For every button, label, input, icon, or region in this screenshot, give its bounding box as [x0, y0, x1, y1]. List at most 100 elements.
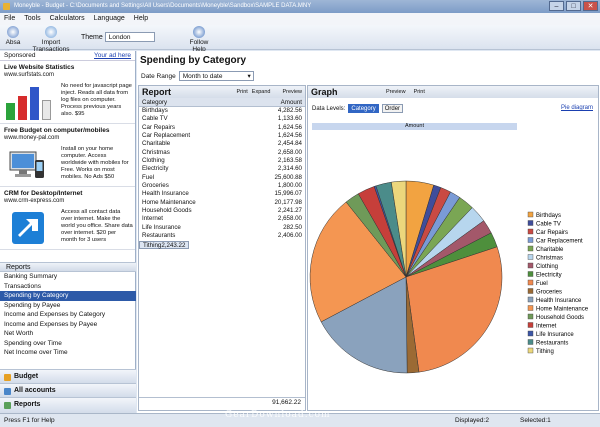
- legend-label: Restaurants: [536, 341, 568, 347]
- theme-dropdown[interactable]: London: [104, 32, 155, 42]
- graph-preview-button[interactable]: Preview: [386, 89, 406, 95]
- row-amount: 15,996.07: [274, 190, 302, 198]
- row-amount: 25,600.88: [274, 173, 302, 181]
- table-row[interactable]: Tithing 2,243.22: [139, 240, 189, 249]
- budget-nav-button[interactable]: Budget: [0, 369, 136, 383]
- your-ad-here-link[interactable]: Your ad here: [94, 51, 131, 60]
- date-range-dropdown[interactable]: Month to date ▾: [178, 71, 254, 81]
- minimize-button[interactable]: –: [549, 1, 564, 11]
- row-amount: 4,282.56: [277, 107, 302, 114]
- legend-swatch: [527, 262, 534, 269]
- nav-transactions[interactable]: Transactions: [0, 282, 136, 292]
- table-row[interactable]: Internet 2,658.00: [139, 215, 305, 223]
- reports-nav-header[interactable]: Reports: [0, 262, 136, 272]
- ad-crm-express[interactable]: CRM for Desktop/Internet www.crm-express…: [0, 187, 135, 250]
- ad-url: www.surfstats.com: [4, 72, 55, 78]
- menu-calculators[interactable]: Calculators: [50, 13, 85, 25]
- sponsored-header: Sponsored Your ad here: [0, 51, 135, 61]
- nav-income-expenses-by-category[interactable]: Income and Expenses by Category: [0, 310, 136, 320]
- table-row[interactable]: Fuel 25,600.88: [139, 174, 305, 182]
- table-row[interactable]: Clothing 2,163.58: [139, 157, 305, 165]
- graph-print-button[interactable]: Print: [414, 89, 425, 95]
- legend-label: Household Goods: [536, 315, 584, 321]
- theme-label: Theme: [81, 33, 103, 41]
- reports-nav-button[interactable]: Reports: [0, 397, 136, 413]
- level-order-button[interactable]: Order: [381, 104, 404, 113]
- absa-button[interactable]: Absa: [4, 26, 22, 46]
- all-accounts-nav-button[interactable]: All accounts: [0, 383, 136, 397]
- import-transactions-button[interactable]: Import Transactions: [26, 26, 76, 53]
- table-row[interactable]: Cable TV 1,133.60: [139, 115, 305, 123]
- table-row[interactable]: Groceries 1,800.00: [139, 182, 305, 190]
- ad-surfstats[interactable]: Live Website Statistics www.surfstats.co…: [0, 61, 135, 124]
- legend-label: Home Maintenance: [536, 307, 589, 313]
- absa-label: Absa: [5, 39, 21, 46]
- row-category: Home Maintenance: [142, 198, 196, 206]
- table-row[interactable]: Car Replacement 1,624.56: [139, 132, 305, 140]
- close-button[interactable]: ✕: [583, 1, 598, 11]
- follow-help-button[interactable]: Follow Help: [183, 26, 215, 53]
- row-category: Car Replacement: [142, 132, 191, 140]
- table-row[interactable]: Life Insurance 282.50: [139, 224, 305, 232]
- row-amount: 2,314.60: [277, 165, 302, 173]
- legend-swatch: [527, 237, 534, 243]
- ad-money-pal[interactable]: Free Budget on computer/mobiles www.mone…: [0, 124, 135, 187]
- menu-help[interactable]: Help: [134, 13, 148, 25]
- row-amount: 1,624.56: [277, 123, 302, 131]
- report-panel: Report Print Expand Preview Category Amo…: [138, 85, 306, 411]
- amount-header: Amount: [312, 123, 517, 130]
- pie-diagram-link[interactable]: Pie diagram: [561, 105, 593, 111]
- row-amount: 2,163.58: [277, 157, 302, 165]
- nav-spending-over-time[interactable]: Spending over Time: [0, 339, 136, 349]
- table-row[interactable]: Health Insurance 15,996.07: [139, 190, 305, 198]
- col-category[interactable]: Category: [142, 98, 167, 106]
- table-row[interactable]: Home Maintenance 20,177.98: [139, 199, 305, 207]
- report-preview-button[interactable]: Preview: [282, 89, 302, 95]
- menu-language[interactable]: Language: [94, 13, 125, 25]
- status-selected: Selected:1: [520, 417, 551, 424]
- row-amount: 1,800.00: [277, 182, 302, 190]
- budget-icon: [4, 374, 11, 381]
- ad-title: CRM for Desktop/Internet: [4, 190, 83, 197]
- graph-title: Graph: [311, 87, 338, 97]
- reports-icon: [4, 402, 11, 409]
- app-icon: [3, 3, 10, 10]
- table-row[interactable]: Household Goods 2,241.27: [139, 207, 305, 215]
- maximize-button[interactable]: □: [566, 1, 581, 11]
- row-amount: 1,624.56: [277, 132, 302, 140]
- nav-spending-by-payee[interactable]: Spending by Payee: [0, 301, 136, 311]
- nav-income-expenses-by-payee[interactable]: Income and Expenses by Payee: [0, 320, 136, 330]
- table-row[interactable]: Charitable 2,454.84: [139, 140, 305, 148]
- theme-selector: Theme London: [81, 32, 155, 42]
- data-levels: Data Levels: Category Order: [312, 104, 404, 113]
- legend-swatch: [527, 330, 534, 337]
- ad-title: Free Budget on computer/mobiles: [4, 127, 110, 134]
- level-category-button[interactable]: Category: [348, 104, 379, 113]
- row-amount: 2,658.00: [277, 215, 302, 223]
- table-row[interactable]: Birthdays 4,282.56: [139, 107, 305, 115]
- table-row[interactable]: Car Repairs 1,624.56: [139, 124, 305, 132]
- legend-swatch: [527, 211, 534, 218]
- legend-label: Tithing: [536, 349, 554, 355]
- menu-file[interactable]: File: [4, 13, 15, 25]
- report-print-button[interactable]: Print: [236, 89, 247, 95]
- theme-value: London: [108, 34, 131, 41]
- col-amount[interactable]: Amount: [281, 98, 302, 106]
- status-help: Press F1 for Help: [4, 417, 55, 424]
- nav-banking-summary[interactable]: Banking Summary: [0, 272, 136, 282]
- nav-net-worth[interactable]: Net Worth: [0, 329, 136, 339]
- toolbar: Absa Import Transactions Theme London Fo…: [0, 25, 600, 53]
- table-row[interactable]: Christmas 2,658.00: [139, 149, 305, 157]
- graph-panel: Graph Preview Print Data Levels: Categor…: [307, 85, 599, 411]
- legend-swatch: [527, 271, 534, 277]
- nav-spending-by-category[interactable]: Spending by Category: [0, 291, 136, 301]
- nav-net-income-over-time[interactable]: Net Income over Time: [0, 348, 136, 358]
- legend-label: Life Insurance: [536, 332, 574, 338]
- table-row[interactable]: Electricity 2,314.60: [139, 165, 305, 173]
- table-row[interactable]: Restaurants 2,406.00: [139, 232, 305, 240]
- menu-tools[interactable]: Tools: [24, 13, 40, 25]
- data-levels-label: Data Levels:: [312, 105, 346, 112]
- report-title: Report: [142, 87, 171, 97]
- reports-list: Banking Summary Transactions Spending by…: [0, 272, 136, 358]
- report-expand-button[interactable]: Expand: [252, 89, 271, 95]
